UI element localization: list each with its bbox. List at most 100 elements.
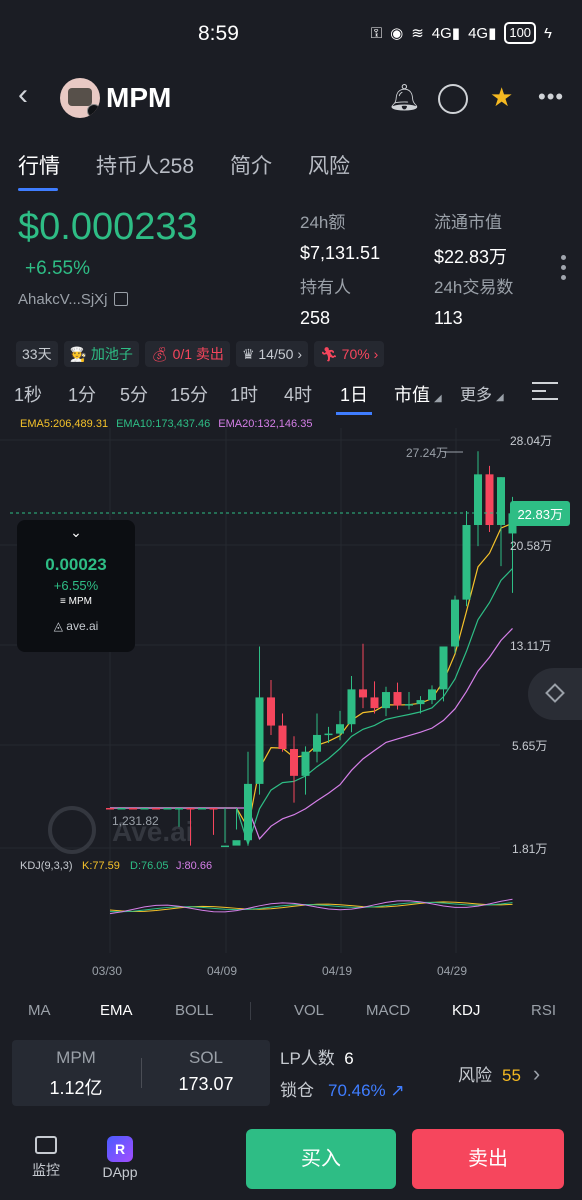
bell-icon[interactable]: 🔔︎: [388, 82, 421, 113]
tf-5m[interactable]: 5分: [120, 381, 148, 407]
chart-grid: [0, 428, 500, 953]
tf-1s[interactable]: 1秒: [14, 381, 42, 407]
candle-body: [267, 697, 275, 726]
status-time: 8:59: [198, 22, 239, 45]
candle-body: [313, 734, 321, 752]
ind-ma[interactable]: MA: [28, 1002, 51, 1019]
eye-icon: ◉: [390, 25, 404, 42]
diamond-icon: [545, 683, 565, 703]
ema5-line: [110, 522, 513, 830]
candle-body: [106, 808, 114, 810]
ind-boll[interactable]: BOLL: [175, 1002, 213, 1019]
candle-body: [439, 646, 448, 690]
candlestick-chart[interactable]: Ave.ai 28.04万 20.58万 13.11万 5.65万 1.81万 …: [0, 428, 582, 988]
chip-sell-ratio[interactable]: 💰︎ 0/1 卖出: [144, 341, 230, 367]
candle-body: [405, 704, 413, 706]
pool-sol: SOL 173.07: [178, 1048, 234, 1094]
ind-vol[interactable]: VOL: [294, 1002, 324, 1019]
status-bar: 8:59 ⚿ ◉ ≋ 4G▮ 4G▮ 100 ϟ: [0, 0, 582, 70]
tf-more[interactable]: 更多 ◢: [460, 381, 504, 405]
popup-source: ◬ ave.ai: [53, 619, 99, 633]
contract-address[interactable]: AhakcV...SjXj: [18, 291, 128, 308]
nav-dapp[interactable]: R DApp: [90, 1136, 150, 1180]
stat-tx24h: 24h交易数 113: [434, 278, 514, 328]
tf-4h[interactable]: 4时: [284, 381, 312, 407]
candle-body: [370, 697, 379, 709]
tab-intro[interactable]: 简介: [230, 150, 272, 180]
signal-icon-1: 4G▮: [431, 25, 461, 42]
chip-percent[interactable]: 🏃︎ 70% ›: [314, 341, 385, 367]
candle-body: [209, 808, 218, 810]
back-icon[interactable]: ‹: [18, 80, 28, 110]
mini-price-popup[interactable]: ⌄ 0.00023 +6.55% ≡ MPM ◬ ave.ai: [17, 520, 135, 652]
floating-tool-button[interactable]: [528, 668, 582, 720]
moneybag-icon: 💰︎: [150, 346, 169, 362]
chip-age[interactable]: 33天: [16, 341, 58, 367]
kdj-d: D:76.05: [130, 860, 169, 872]
chevron-right-icon: ›: [532, 1061, 541, 1086]
y-tick-0: 28.04万: [510, 434, 552, 448]
candle-body: [347, 689, 356, 725]
risk-score[interactable]: 风险 55 ›: [458, 1061, 540, 1087]
ind-macd[interactable]: MACD: [366, 1002, 410, 1019]
chip-pool[interactable]: 🧑‍🍳︎ 加池子: [63, 341, 139, 367]
tab-market[interactable]: 行情: [18, 150, 60, 191]
kdj-label: KDJ(9,3,3): [20, 860, 73, 872]
ind-ema[interactable]: EMA: [100, 1002, 133, 1019]
candle-body: [416, 700, 425, 705]
chain-badge-icon: [87, 104, 100, 118]
monitor-icon: [35, 1136, 57, 1154]
candle-body: [278, 725, 287, 750]
popup-change: +6.55%: [53, 578, 99, 593]
timeframe-bar: 1秒 1分 5分 15分 1时 4时 1日 市值 ◢ 更多 ◢: [0, 381, 582, 415]
lock-info[interactable]: 锁仓 70.46% ↗: [280, 1076, 405, 1101]
copy-icon[interactable]: [113, 292, 128, 306]
lp-count: LP人数 6: [280, 1049, 354, 1068]
candle-body: [382, 692, 390, 709]
y-tick-4: 1.81万: [512, 842, 547, 856]
candle-body: [359, 689, 367, 698]
tab-holders[interactable]: 持币人258: [96, 150, 194, 180]
candle-body: [117, 808, 126, 810]
charging-icon: ϟ: [544, 24, 552, 42]
nav-monitor[interactable]: 监控: [16, 1136, 76, 1180]
candle-body: [152, 808, 160, 810]
kdj-j-line: [109, 898, 513, 915]
chevron-down-icon[interactable]: ⌄: [17, 524, 135, 541]
battery-icon: 100: [504, 22, 537, 44]
gauge-icon[interactable]: [438, 84, 468, 114]
dapp-icon: R: [107, 1136, 133, 1162]
crown-icon: ♛: [241, 346, 255, 362]
info-chips: 33天 🧑‍🍳︎ 加池子 💰︎ 0/1 卖出 ♛ 14/50 › 🏃︎ 70% …: [16, 341, 385, 367]
popup-token: ≡ MPM: [60, 596, 92, 607]
header: ‹ MPM 🔔︎ ★ •••: [0, 72, 582, 122]
candle-body: [497, 477, 505, 526]
tf-1h[interactable]: 1时: [230, 381, 258, 407]
candle-body: [244, 783, 252, 841]
stat-mcap: 流通市值 $22.83万: [434, 213, 508, 267]
candle-body: [140, 808, 149, 810]
external-link-icon[interactable]: ↗: [390, 1081, 404, 1100]
ind-kdj[interactable]: KDJ: [452, 1002, 480, 1019]
more-icon[interactable]: •••: [538, 84, 564, 110]
candle-body: [221, 845, 229, 848]
tf-market-cap[interactable]: 市值 ◢: [394, 381, 442, 407]
price-change: +6.55%: [25, 258, 90, 279]
tf-15m[interactable]: 15分: [170, 381, 208, 407]
tab-risk[interactable]: 风险: [308, 150, 350, 180]
candle-body: [428, 689, 436, 701]
tf-1d[interactable]: 1日: [335, 381, 373, 415]
side-more-icon[interactable]: [561, 255, 566, 285]
tf-1m[interactable]: 1分: [68, 381, 96, 407]
date-2: 04/19: [322, 964, 352, 978]
candle-body: [393, 692, 402, 706]
ind-rsi[interactable]: RSI: [531, 1002, 556, 1019]
chip-rank[interactable]: ♛ 14/50 ›: [235, 341, 308, 367]
low-label: 1,231.82: [112, 814, 159, 828]
star-icon[interactable]: ★: [490, 82, 513, 113]
current-price-tag: 22.83万: [510, 501, 570, 526]
sell-button[interactable]: 卖出: [412, 1129, 564, 1189]
candle-body: [451, 599, 459, 647]
buy-button[interactable]: 买入: [246, 1129, 396, 1189]
chart-settings-icon[interactable]: [532, 382, 558, 406]
